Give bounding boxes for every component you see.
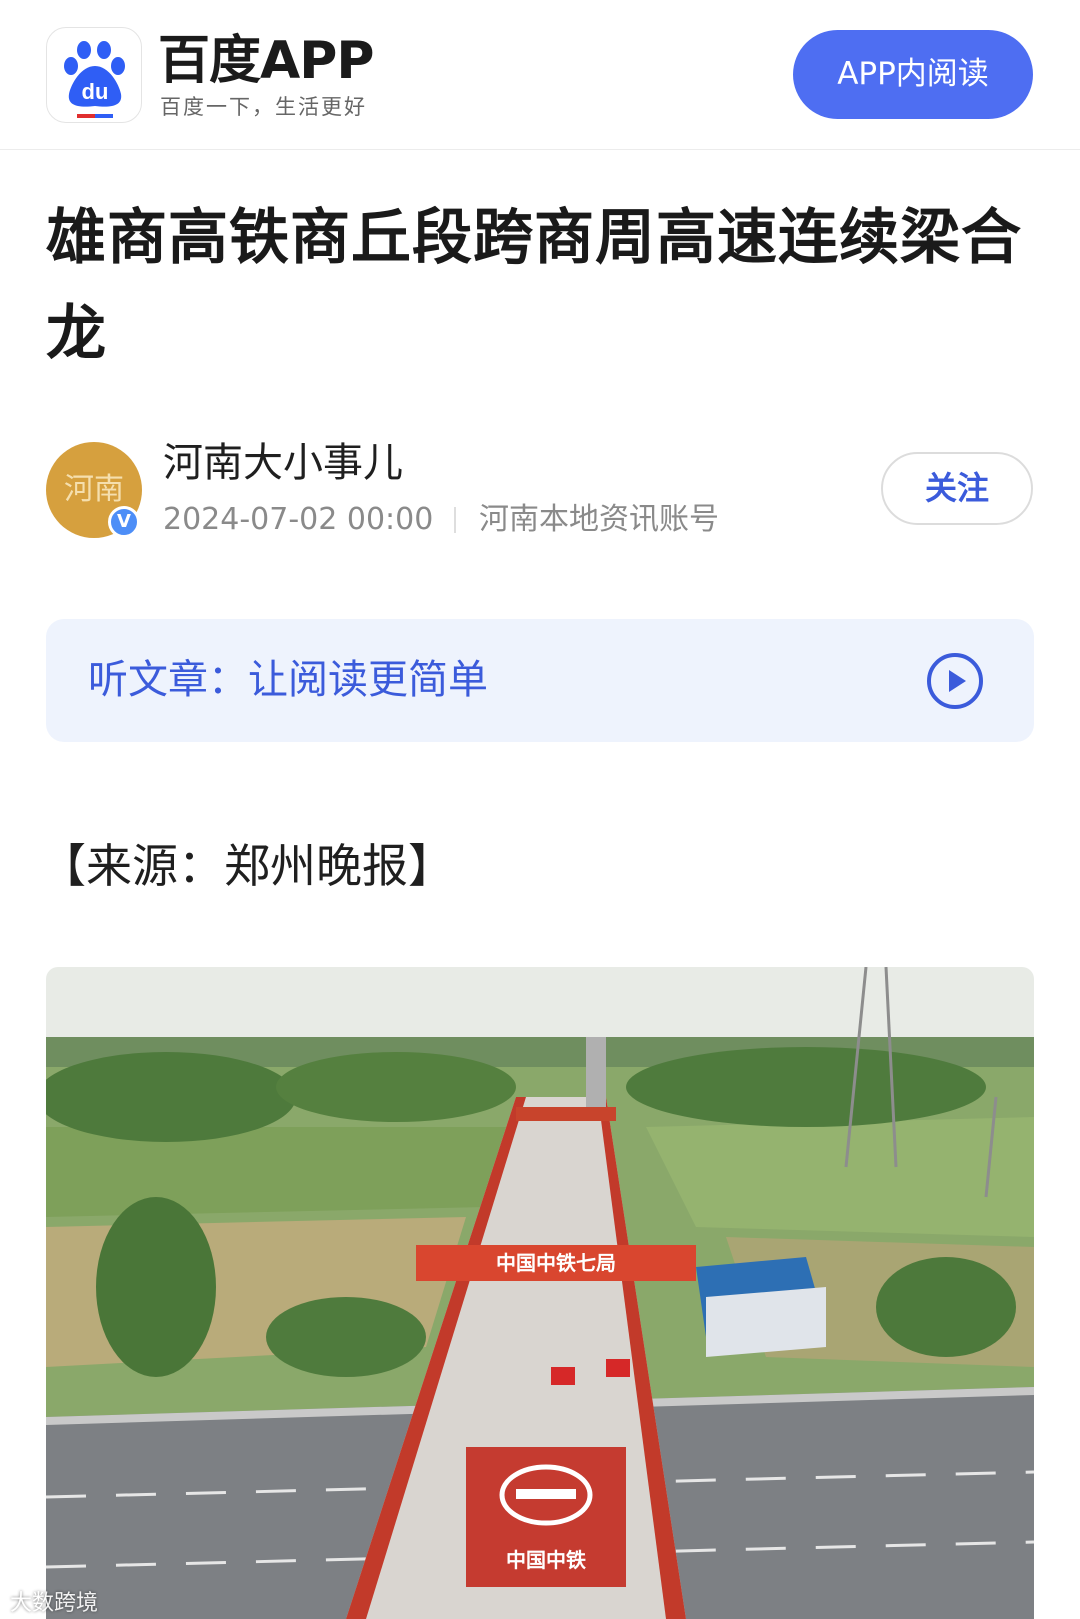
play-circle-icon[interactable] (926, 652, 984, 710)
app-header: du 百度APP 百度一下，生活更好 APP内阅读 (0, 0, 1080, 150)
author-description: 河南本地资讯账号 (479, 502, 719, 537)
open-in-app-button[interactable]: APP内阅读 (793, 30, 1033, 119)
watermark: 大数跨境 (10, 1591, 99, 1616)
brand-slogan: 百度一下，生活更好 (160, 95, 367, 119)
bridge-aerial-photo: 中国中铁七局 中国中铁 (46, 967, 1034, 1619)
listen-article-banner[interactable]: 听文章：让阅读更简单 (46, 619, 1034, 742)
article-source: 【来源：郑州晚报】 (40, 839, 454, 893)
meta-divider (454, 507, 456, 533)
baidu-logo-icon[interactable]: du (46, 27, 142, 123)
verified-badge-icon: V (108, 506, 140, 538)
article-photo[interactable]: 中国中铁七局 中国中铁 (46, 967, 1034, 1619)
author-name[interactable]: 河南大小事儿 (163, 438, 403, 488)
ground-text: 中国中铁 (506, 1548, 586, 1572)
article-title: 雄商高铁商丘段跨商周高速连续梁合龙 (46, 203, 1022, 369)
article-page: du 百度APP 百度一下，生活更好 APP内阅读 雄商高铁商丘段跨商周高速连续… (0, 0, 1080, 1619)
logo-text: du (82, 79, 109, 104)
follow-button[interactable]: 关注 (881, 452, 1033, 525)
listen-label: 听文章：让阅读更简单 (88, 657, 488, 703)
banner-text: 中国中铁七局 (496, 1251, 616, 1275)
publish-time: 2024-07-02 00:00 (163, 502, 434, 537)
brand-name: 百度APP (158, 31, 374, 91)
